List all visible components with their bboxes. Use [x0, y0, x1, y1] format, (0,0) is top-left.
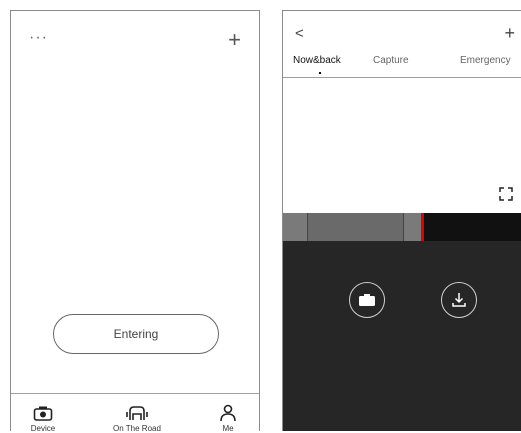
capture-button[interactable]	[349, 282, 385, 318]
more-icon[interactable]: ···	[29, 29, 48, 47]
tab-emergency[interactable]: Emergency	[460, 55, 511, 66]
camera-device-icon	[23, 402, 63, 424]
add-icon[interactable]: +	[228, 29, 241, 51]
entering-button-label: Entering	[113, 327, 159, 341]
active-tab-indicator	[319, 72, 321, 74]
download-button[interactable]	[441, 282, 477, 318]
tab-now-back[interactable]: Now&back	[293, 55, 341, 66]
timeline-tick	[403, 213, 404, 241]
timeline-segment	[307, 213, 403, 241]
playback-timeline[interactable]	[283, 213, 521, 241]
controls-panel	[283, 241, 521, 431]
timeline-segment	[424, 213, 521, 241]
download-icon	[452, 293, 466, 307]
video-preview[interactable]	[283, 78, 521, 213]
car-seat-icon	[107, 402, 167, 424]
person-icon	[213, 402, 243, 424]
bottom-tabbar: Device On The Road Me	[11, 393, 259, 433]
tab-on-the-road[interactable]: On The Road	[107, 402, 167, 433]
tab-device-label: Device	[30, 424, 56, 433]
mode-tabs: Now&back Capture Emergency	[283, 55, 521, 73]
tab-on-the-road-label: On The Road	[113, 424, 161, 433]
entering-button[interactable]: Entering	[53, 314, 219, 354]
tab-me-label: Me	[222, 424, 234, 433]
right-phone-screen: < + Now&back Capture Emergency	[282, 10, 521, 431]
tab-capture[interactable]: Capture	[373, 55, 409, 66]
tab-me[interactable]: Me	[213, 402, 243, 433]
left-phone-screen: ··· + Entering Device On The Road Me	[10, 10, 260, 433]
timeline-segment	[403, 213, 421, 241]
timeline-tick	[307, 213, 308, 241]
back-icon[interactable]: <	[295, 25, 304, 42]
tab-device[interactable]: Device	[23, 402, 63, 433]
fullscreen-icon[interactable]	[499, 187, 513, 201]
add-icon[interactable]: +	[504, 23, 515, 44]
camera-icon	[359, 294, 375, 306]
timeline-segment	[283, 213, 307, 241]
